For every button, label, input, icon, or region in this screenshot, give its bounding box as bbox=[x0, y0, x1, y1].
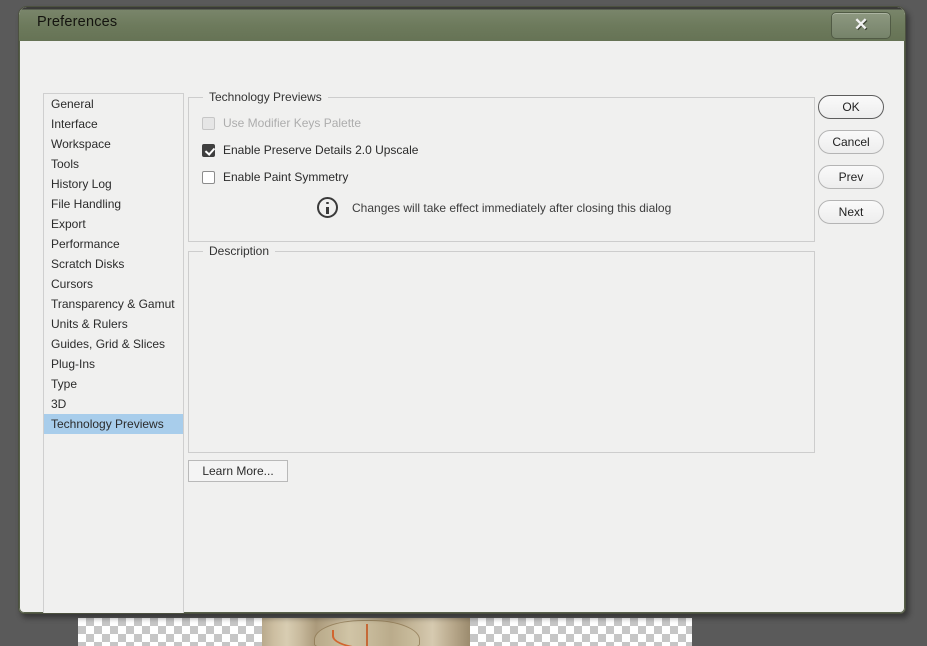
sidebar-item-transparency-gamut[interactable]: Transparency & Gamut bbox=[44, 294, 183, 314]
description-group: Description bbox=[188, 244, 815, 453]
document-image-lightbulb bbox=[262, 618, 470, 646]
dialog-body: General Interface Workspace Tools History Lo… bbox=[19, 41, 905, 613]
sidebar-item-label: Workspace bbox=[51, 137, 111, 151]
sidebar-item-label: History Log bbox=[51, 177, 112, 191]
sidebar-item-label: Scratch Disks bbox=[51, 257, 125, 271]
sidebar-item-label: Transparency & Gamut bbox=[51, 297, 175, 311]
info-message-row: Changes will take effect immediately aft… bbox=[317, 197, 671, 218]
dialog-title: Preferences bbox=[37, 14, 118, 30]
next-button[interactable]: Next bbox=[818, 200, 884, 224]
sidebar-item-label: General bbox=[51, 97, 94, 111]
sidebar-item-type[interactable]: Type bbox=[44, 374, 183, 394]
sidebar-item-label: File Handling bbox=[51, 197, 122, 211]
checkbox-label: Use Modifier Keys Palette bbox=[223, 116, 362, 130]
ok-button[interactable]: OK bbox=[818, 95, 884, 119]
sidebar-item-export[interactable]: Export bbox=[44, 214, 183, 234]
sidebar-item-cursors[interactable]: Cursors bbox=[44, 274, 183, 294]
sidebar-item-workspace[interactable]: Workspace bbox=[44, 134, 183, 154]
sidebar-item-tools[interactable]: Tools bbox=[44, 154, 183, 174]
checkbox-box[interactable] bbox=[202, 143, 215, 157]
dialog-button-column: OK Cancel Prev Next bbox=[818, 95, 884, 235]
sidebar-item-3d[interactable]: 3D bbox=[44, 394, 183, 414]
sidebar-item-label: Export bbox=[51, 217, 86, 231]
sidebar-item-performance[interactable]: Performance bbox=[44, 234, 183, 254]
checkbox-label: Enable Preserve Details 2.0 Upscale bbox=[223, 143, 419, 157]
preferences-dialog: Preferences ✕ General Interface Workspace T… bbox=[18, 6, 906, 614]
lightbulb-filament-post bbox=[366, 624, 368, 646]
sidebar-item-general[interactable]: General bbox=[44, 94, 183, 114]
sidebar-item-units-rulers[interactable]: Units & Rulers bbox=[44, 314, 183, 334]
description-legend: Description bbox=[203, 244, 276, 258]
sidebar-item-scratch-disks[interactable]: Scratch Disks bbox=[44, 254, 183, 274]
preferences-category-list[interactable]: General Interface Workspace Tools History Lo… bbox=[43, 93, 184, 613]
info-icon-stem bbox=[326, 206, 329, 214]
sidebar-item-technology-previews[interactable]: Technology Previews bbox=[44, 414, 183, 434]
technology-previews-group: Technology Previews Use Modifier Keys Pa… bbox=[188, 90, 815, 242]
info-icon-dot bbox=[326, 202, 329, 205]
sidebar-item-label: 3D bbox=[51, 397, 67, 411]
sidebar-item-label: Guides, Grid & Slices bbox=[51, 337, 166, 351]
cancel-button[interactable]: Cancel bbox=[818, 130, 884, 154]
close-icon[interactable]: ✕ bbox=[831, 12, 891, 39]
checkbox-box[interactable] bbox=[202, 116, 215, 130]
lightbulb-filament-wire bbox=[332, 630, 394, 646]
checkbox-enable-preserve-details-2-0-upscale[interactable]: Enable Preserve Details 2.0 Upscale bbox=[202, 141, 418, 159]
sidebar-item-plug-ins[interactable]: Plug-Ins bbox=[44, 354, 183, 374]
sidebar-item-label: Plug-Ins bbox=[51, 357, 96, 371]
sidebar-item-label: Units & Rulers bbox=[51, 317, 128, 331]
sidebar-item-label: Interface bbox=[51, 117, 98, 131]
checkbox-enable-paint-symmetry[interactable]: Enable Paint Symmetry bbox=[202, 168, 348, 186]
sidebar-item-label: Type bbox=[51, 377, 78, 391]
checkbox-label: Enable Paint Symmetry bbox=[223, 170, 349, 184]
dialog-content-area: General Interface Workspace Tools History Lo… bbox=[22, 41, 902, 613]
dialog-title-bar[interactable]: Preferences ✕ bbox=[19, 7, 905, 41]
sidebar-item-label: Cursors bbox=[51, 277, 94, 291]
sidebar-item-file-handling[interactable]: File Handling bbox=[44, 194, 183, 214]
learn-more-button[interactable]: Learn More... bbox=[188, 460, 288, 482]
close-x-glyph: ✕ bbox=[853, 15, 869, 34]
sidebar-item-label: Tools bbox=[51, 157, 80, 171]
sidebar-item-label: Performance bbox=[51, 237, 120, 251]
checkbox-box[interactable] bbox=[202, 170, 215, 184]
checkbox-use-modifier-keys-palette[interactable]: Use Modifier Keys Palette bbox=[202, 114, 361, 132]
info-message-text: Changes will take effect immediately aft… bbox=[352, 200, 672, 215]
info-circle-icon bbox=[317, 197, 338, 218]
sidebar-item-interface[interactable]: Interface bbox=[44, 114, 183, 134]
prev-button[interactable]: Prev bbox=[818, 165, 884, 189]
sidebar-item-label: Technology Previews bbox=[51, 417, 164, 431]
technology-previews-legend: Technology Previews bbox=[203, 90, 328, 104]
sidebar-item-history-log[interactable]: History Log bbox=[44, 174, 183, 194]
sidebar-item-guides-grid-slices[interactable]: Guides, Grid & Slices bbox=[44, 334, 183, 354]
